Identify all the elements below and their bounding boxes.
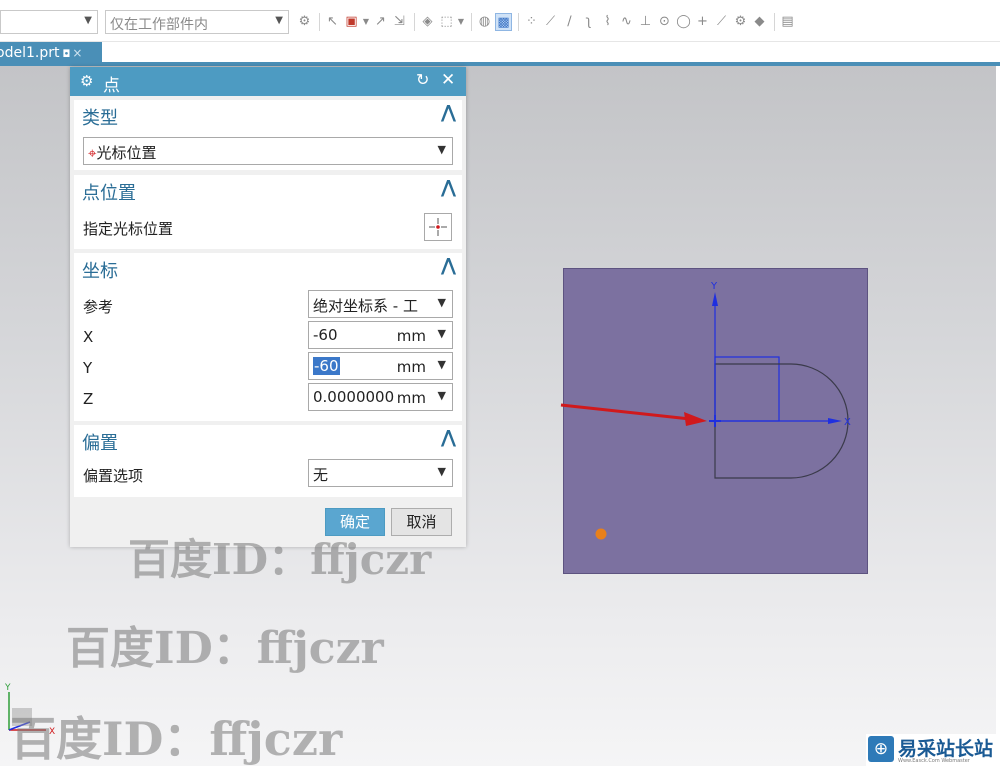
x-axis-label: X <box>844 417 851 428</box>
chevron-up-icon[interactable]: ⋀ <box>441 102 456 123</box>
chevron-up-icon[interactable]: ⋀ <box>441 177 456 198</box>
logo-mark-icon: ⊕ <box>868 736 894 762</box>
blue-rectangle[interactable] <box>714 356 780 422</box>
chevron-down-icon: ▼ <box>437 327 446 340</box>
reference-select[interactable]: 绝对坐标系 - 工 ▼ <box>308 290 453 318</box>
y-unit: mm <box>396 358 426 376</box>
red-arrow-shaft <box>560 403 691 421</box>
watermark-2: 百度ID：ffjczr <box>66 623 384 674</box>
offset-section: 偏置 ⋀ 偏置选项 无 ▼ <box>74 425 462 497</box>
y-axis-label: Y <box>710 281 718 292</box>
z-unit: mm <box>396 389 426 407</box>
chevron-down-icon: ▼ <box>437 358 446 371</box>
logo-name: 易采站长站 <box>898 738 994 760</box>
x-unit: mm <box>396 327 426 345</box>
dialog-titlebar[interactable]: ⚙ 点 ↻ ✕ <box>70 67 466 96</box>
chevron-up-icon[interactable]: ⋀ <box>441 427 456 448</box>
watermark-1: 百度ID：ffjczr <box>128 535 432 584</box>
z-value: 0.0000000 <box>313 388 395 406</box>
coordinate-section: 坐标 ⋀ 参考 绝对坐标系 - 工 ▼ X -60 mm ▼ Y -60 mm … <box>74 253 462 421</box>
y-axis-arrowhead <box>712 292 718 306</box>
x-input[interactable]: -60 mm ▼ <box>308 321 453 349</box>
point-position-section: 点位置 ⋀ 指定光标位置 <box>74 175 462 249</box>
type-section-header[interactable]: 类型 <box>82 104 118 130</box>
type-select[interactable]: ⌖光标位置 ▼ <box>83 137 453 165</box>
z-label: Z <box>83 390 94 408</box>
dialog-title: 点 <box>103 76 120 96</box>
offset-option-value: 无 <box>313 466 329 484</box>
z-input[interactable]: 0.0000000 mm ▼ <box>308 383 453 411</box>
cursor-location-button[interactable] <box>424 213 452 241</box>
reference-label: 参考 <box>83 298 114 316</box>
chevron-down-icon: ▼ <box>437 389 446 402</box>
orange-point[interactable] <box>595 528 607 540</box>
reset-icon[interactable]: ↻ <box>416 70 429 89</box>
chevron-down-icon: ▼ <box>437 296 446 309</box>
logo-tagline: Www.Easck.Com Webmaster <box>898 758 970 764</box>
x-axis-arrowhead <box>828 418 842 424</box>
type-section: 类型 ⋀ ⌖光标位置 ▼ <box>74 100 462 170</box>
coord-section-header[interactable]: 坐标 <box>82 257 118 283</box>
point-section-header[interactable]: 点位置 <box>82 179 136 205</box>
offset-option-select[interactable]: 无 ▼ <box>308 459 453 487</box>
site-logo: ⊕ 易采站长站 Www.Easck.Com Webmaster <box>866 734 1000 766</box>
chevron-up-icon[interactable]: ⋀ <box>441 255 456 276</box>
type-select-text: 光标位置 <box>96 144 157 162</box>
y-value-selected: -60 <box>313 357 340 375</box>
watermark-3: 百度ID：ffjczr <box>10 712 343 766</box>
specify-cursor-label: 指定光标位置 <box>83 220 174 238</box>
y-label: Y <box>83 359 93 377</box>
close-icon[interactable]: ✕ <box>441 70 455 90</box>
x-value: -60 <box>313 326 338 344</box>
chevron-down-icon: ▼ <box>437 143 446 156</box>
offset-section-header[interactable]: 偏置 <box>82 429 118 455</box>
offset-option-label: 偏置选项 <box>83 467 144 485</box>
gear-icon[interactable]: ⚙ <box>80 72 93 90</box>
red-arrow-head <box>684 412 707 426</box>
type-select-value: ⌖光标位置 <box>88 142 156 163</box>
x-label: X <box>83 328 94 346</box>
reference-select-value: 绝对坐标系 - 工 <box>313 297 418 315</box>
triad-y-label: Y <box>4 683 11 693</box>
y-value: -60 <box>313 357 340 375</box>
y-input[interactable]: -60 mm ▼ <box>308 352 453 380</box>
chevron-down-icon: ▼ <box>437 465 446 478</box>
point-dialog: ⚙ 点 ↻ ✕ 类型 ⋀ ⌖光标位置 ▼ 点位置 ⋀ 指定光标位置 坐标 ⋀ 参… <box>70 67 466 547</box>
crosshair-icon <box>429 218 447 236</box>
